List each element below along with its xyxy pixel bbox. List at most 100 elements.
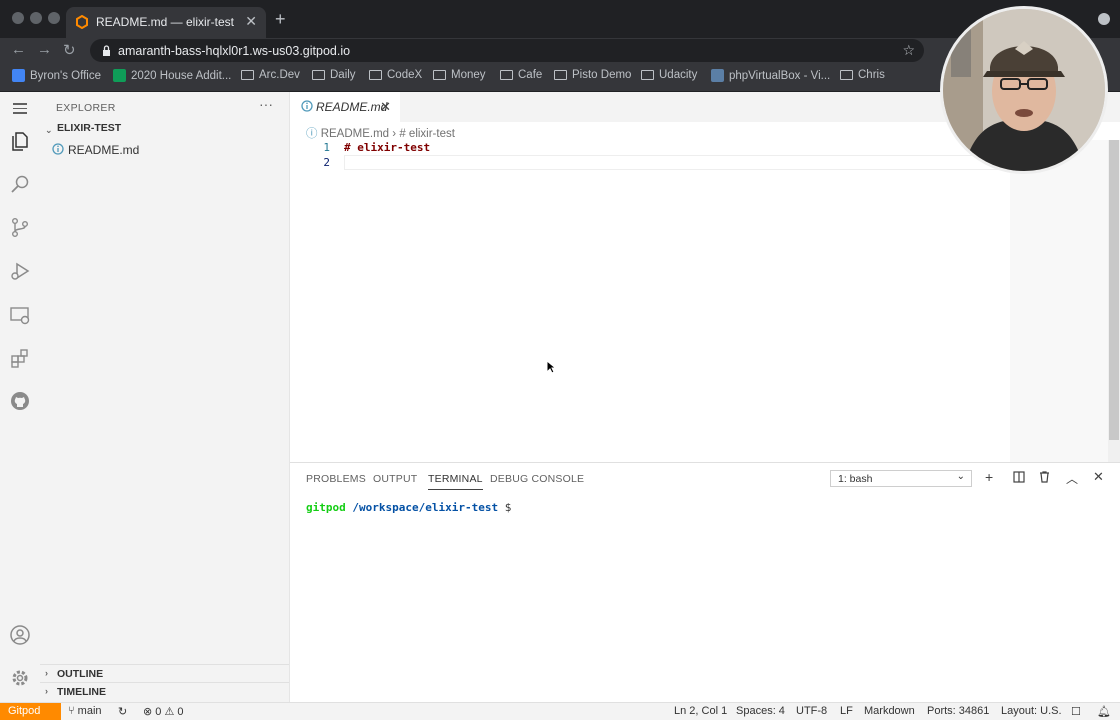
maximize-panel-icon[interactable]: ︿ bbox=[1066, 470, 1078, 487]
editor-tab-readme[interactable]: README.md ✕ bbox=[290, 92, 400, 122]
folder-icon bbox=[433, 70, 446, 80]
timeline-section[interactable]: › TIMELINE bbox=[40, 682, 289, 700]
file-item-readme[interactable]: README.md bbox=[52, 140, 289, 160]
presenter-video-image bbox=[943, 9, 1105, 171]
close-tab-icon[interactable]: ✕ bbox=[380, 99, 391, 115]
url-field[interactable]: amaranth-bass-hqlxl0r1.ws-us03.gitpod.io… bbox=[90, 39, 924, 62]
tab-terminal[interactable]: TERMINAL bbox=[428, 473, 483, 490]
bookmark-folder[interactable]: Chris bbox=[840, 69, 885, 81]
breadcrumb-symbol[interactable]: # elixir-test bbox=[399, 128, 455, 140]
folder-icon bbox=[641, 70, 654, 80]
new-terminal-icon[interactable]: + bbox=[985, 469, 993, 485]
keyboard-layout[interactable]: Layout: U.S. bbox=[1001, 705, 1062, 717]
menu-icon[interactable] bbox=[13, 103, 27, 117]
remote-explorer-icon[interactable] bbox=[9, 304, 31, 326]
bookmark-folder[interactable]: CodeX bbox=[369, 69, 422, 81]
browser-tab[interactable]: README.md — elixir-test — Gitpod ✕ bbox=[66, 7, 266, 38]
bookmark-star-icon[interactable]: ☆ bbox=[902, 42, 915, 59]
close-window-button[interactable] bbox=[12, 12, 24, 24]
reload-icon[interactable]: ↻ bbox=[63, 41, 76, 59]
breadcrumb-file[interactable]: README.md bbox=[321, 128, 389, 140]
maximize-window-button[interactable] bbox=[48, 12, 60, 24]
language-mode[interactable]: Markdown bbox=[864, 705, 915, 717]
minimize-window-button[interactable] bbox=[30, 12, 42, 24]
chevron-right-icon: › bbox=[45, 686, 48, 696]
outline-section[interactable]: › OUTLINE bbox=[40, 664, 289, 682]
branch-status[interactable]: ⑂ main bbox=[68, 705, 102, 717]
bookmark-folder[interactable]: Money bbox=[433, 69, 486, 81]
tab-search-button[interactable] bbox=[1098, 13, 1110, 25]
bookmark-folder[interactable]: Arc.Dev bbox=[241, 69, 300, 81]
scrollbar-thumb[interactable] bbox=[1109, 140, 1119, 440]
run-debug-icon[interactable] bbox=[9, 260, 31, 282]
notifications-bell-icon[interactable]: 🔔︎ bbox=[1097, 705, 1111, 718]
split-terminal-icon[interactable] bbox=[1013, 471, 1025, 483]
workspace-folder[interactable]: ⌄ ELIXIR-TEST bbox=[40, 122, 289, 140]
chevron-down-icon: ⌄ bbox=[956, 471, 965, 482]
explorer-files-icon[interactable] bbox=[9, 130, 31, 152]
folder-icon bbox=[500, 70, 513, 80]
url-text: amaranth-bass-hqlxl0r1.ws-us03.gitpod.io bbox=[118, 44, 351, 58]
browser-tab-title: README.md — elixir-test — Gitpod bbox=[96, 15, 236, 29]
trash-icon[interactable] bbox=[1039, 471, 1050, 483]
bookmark-folder[interactable]: Cafe bbox=[500, 69, 542, 81]
terminal-output[interactable]: gitpod /workspace/elixir-test $ bbox=[306, 501, 511, 514]
folder-icon bbox=[840, 70, 853, 80]
explorer-sidebar: EXPLORER ··· ⌄ ELIXIR-TEST README.md › O… bbox=[40, 92, 290, 702]
eol-status[interactable]: LF bbox=[840, 705, 853, 717]
github-icon[interactable] bbox=[9, 390, 31, 412]
bookmark-folder[interactable]: Daily bbox=[312, 69, 356, 81]
search-icon[interactable] bbox=[9, 173, 31, 195]
new-tab-button[interactable]: + bbox=[275, 10, 286, 28]
bookmark-folder[interactable]: Udacity bbox=[641, 69, 697, 81]
warning-icon: ⚠ bbox=[164, 706, 175, 718]
line-numbers: 1 2 bbox=[290, 140, 330, 170]
folder-icon bbox=[554, 70, 567, 80]
bookmark-item[interactable]: Byron's Office bbox=[12, 69, 101, 82]
forward-arrow-icon[interactable]: → bbox=[37, 41, 52, 58]
lock-icon bbox=[103, 45, 110, 56]
settings-gear-icon[interactable] bbox=[9, 667, 31, 689]
bookmark-item[interactable]: 2020 House Addit... bbox=[113, 69, 231, 82]
chevron-down-icon: ⌄ bbox=[45, 125, 53, 135]
sync-icon[interactable]: ↻ bbox=[118, 705, 127, 718]
outline-label: OUTLINE bbox=[57, 668, 104, 680]
bookmark-item[interactable]: phpVirtualBox - Vi... bbox=[711, 69, 830, 82]
site-icon bbox=[711, 69, 724, 82]
folder-icon bbox=[312, 70, 325, 80]
encoding-status[interactable]: UTF-8 bbox=[796, 705, 827, 717]
sheets-icon bbox=[113, 69, 126, 82]
mouse-pointer-icon bbox=[546, 360, 556, 374]
minimap[interactable] bbox=[1010, 140, 1108, 462]
bookmark-folder[interactable]: Pisto Demo bbox=[554, 69, 631, 81]
terminal-prompt: $ bbox=[504, 501, 512, 514]
close-tab-icon[interactable]: ✕ bbox=[245, 13, 257, 30]
back-arrow-icon[interactable]: ← bbox=[11, 41, 26, 58]
account-icon[interactable] bbox=[9, 624, 31, 646]
browser-tab-strip: README.md — elixir-test — Gitpod ✕ + bbox=[0, 0, 1120, 38]
tab-output[interactable]: OUTPUT bbox=[373, 473, 417, 485]
terminal-select[interactable]: 1: bash ⌄ bbox=[830, 470, 972, 487]
info-icon bbox=[52, 143, 64, 155]
terminal-path: /workspace/elixir-test bbox=[352, 501, 499, 514]
tab-problems[interactable]: PROBLEMS bbox=[306, 473, 366, 485]
close-panel-icon[interactable]: ✕ bbox=[1093, 469, 1104, 485]
tab-debug-console[interactable]: DEBUG CONSOLE bbox=[490, 473, 584, 485]
problems-status[interactable]: ⊗ 0 ⚠ 0 bbox=[143, 705, 184, 718]
workspace-folder-label: ELIXIR-TEST bbox=[57, 122, 122, 134]
indentation-status[interactable]: Spaces: 4 bbox=[736, 705, 785, 717]
line-number: 2 bbox=[323, 156, 330, 169]
gitpod-status-button[interactable]: Gitpod bbox=[0, 703, 61, 720]
feedback-icon[interactable]: ☐ bbox=[1071, 705, 1081, 718]
sidebar-title: EXPLORER bbox=[56, 102, 116, 114]
error-icon: ⊗ bbox=[143, 706, 153, 718]
extensions-icon[interactable] bbox=[9, 347, 31, 369]
source-control-icon[interactable] bbox=[9, 216, 31, 238]
info-icon bbox=[301, 100, 313, 112]
editor-scrollbar[interactable] bbox=[1108, 140, 1120, 462]
line-number: 1 bbox=[323, 141, 330, 154]
more-actions-icon[interactable]: ··· bbox=[259, 96, 273, 112]
code-text-area[interactable]: # elixir-test bbox=[344, 140, 1064, 170]
cursor-position[interactable]: Ln 2, Col 1 bbox=[674, 705, 727, 717]
ports-status[interactable]: Ports: 34861 bbox=[927, 705, 989, 717]
